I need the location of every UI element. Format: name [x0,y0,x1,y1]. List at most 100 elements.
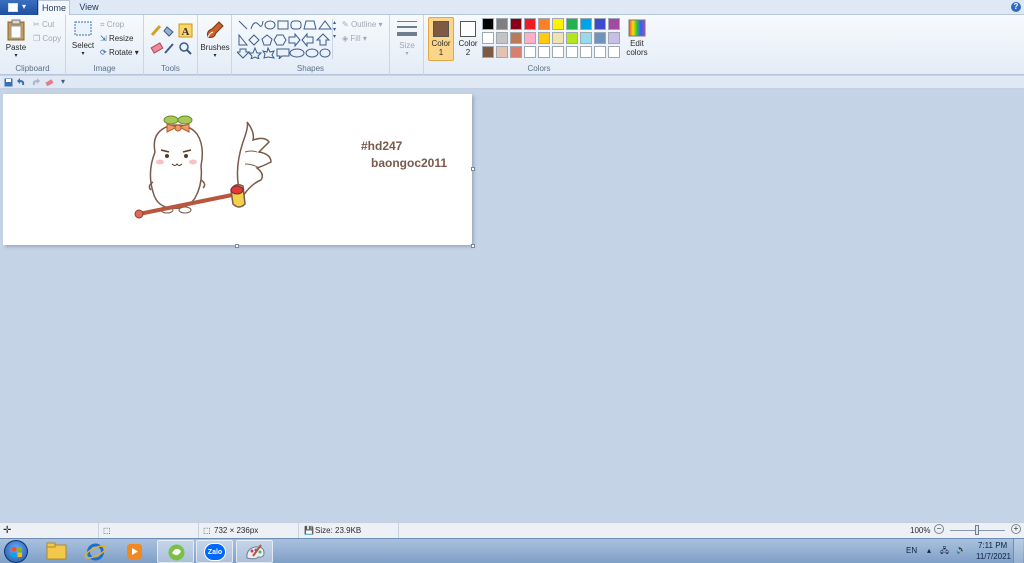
palette-swatch[interactable] [594,32,606,44]
palette-swatch[interactable] [510,32,522,44]
palette-swatch[interactable] [524,32,536,44]
paste-button[interactable]: Paste ▾ [3,19,29,59]
expand-icon[interactable]: ▾ [333,33,338,40]
palette-swatch[interactable] [608,18,620,30]
color2-button[interactable]: Color 2 [456,17,480,61]
palette-swatch[interactable] [524,18,536,30]
crop-label: Crop [106,20,125,30]
show-hidden-icons-icon[interactable]: ▴ [927,546,931,555]
pencil-icon[interactable] [150,25,162,36]
resize-handle-right[interactable] [471,167,475,171]
chevron-down-icon[interactable]: ▾ [333,26,338,33]
magnifier-icon[interactable] [179,42,192,55]
palette-swatch[interactable] [594,18,606,30]
zoom-slider-thumb[interactable] [975,525,979,535]
palette-swatch[interactable] [496,46,508,58]
zoom-in-icon[interactable]: + [1011,524,1021,534]
chevron-down-icon: ▾ [22,2,27,11]
rotate-button[interactable]: ⟳ Rotate ▾ [100,48,139,57]
clock-time[interactable]: 7:11 PM [978,541,1007,550]
cut-label: Cut [41,20,55,29]
paste-icon [7,19,25,41]
drawing-canvas[interactable]: #hd247 baongoc2011 [3,94,472,245]
select-button[interactable]: Select ▾ [70,19,96,57]
palette-swatch[interactable] [552,32,564,44]
chevron-up-icon[interactable]: ▴ [333,19,338,26]
palette-swatch[interactable] [566,32,578,44]
brushes-button[interactable]: Brushes ▾ [200,19,230,59]
palette-swatch[interactable] [482,18,494,30]
taskbar-internet-explorer[interactable] [77,540,114,563]
ribbon-tab-bar: ▾ Home View ? [0,0,1024,16]
start-button[interactable] [4,540,28,563]
group-brushes: Brushes ▾ [198,15,232,75]
fill-button[interactable]: ◈ Fill ▾ [342,34,367,43]
paint-menu-button[interactable]: ▾ [0,0,38,15]
palette-swatch[interactable] [482,46,494,58]
resize-handle-corner[interactable] [471,244,475,248]
outline-button[interactable]: ✎ Outline ▾ [342,20,383,29]
eraser-qat-icon[interactable] [45,78,54,87]
palette-swatch[interactable] [580,32,592,44]
size-button[interactable]: Size ▾ [394,19,420,57]
show-desktop-button[interactable] [1013,539,1023,563]
palette-swatch[interactable] [566,46,578,58]
palette-swatch[interactable] [510,18,522,30]
crop-button[interactable]: ⌗ Crop [100,20,124,30]
taskbar-paint[interactable] [236,540,273,563]
palette-swatch[interactable] [552,18,564,30]
resize-handle-bottom[interactable] [235,244,239,248]
color-picker-icon[interactable] [164,43,174,54]
app-swirl-icon [168,544,185,561]
palette-swatch[interactable] [538,18,550,30]
crop-icon: ⌗ [100,20,105,29]
group-label-colors: Colors [527,64,551,73]
customize-qat-icon[interactable]: ▾ [61,77,65,86]
taskbar-file-explorer[interactable] [38,540,75,563]
palette-swatch[interactable] [580,18,592,30]
palette-swatch[interactable] [566,18,578,30]
group-size: Size ▾ [390,15,424,75]
zoom-out-icon[interactable]: − [934,524,944,534]
volume-icon[interactable]: 🔊 [956,545,966,554]
palette-swatch[interactable] [594,46,606,58]
group-colors: Color 1 Color 2 Edit colors Colors [424,15,654,75]
eraser-icon[interactable] [150,42,164,54]
palette-swatch[interactable] [552,46,564,58]
palette-swatch[interactable] [524,46,536,58]
palette-swatch[interactable] [496,32,508,44]
shapes-scroll[interactable]: ▴ ▾ ▾ [332,19,338,59]
help-icon[interactable]: ? [1011,2,1021,12]
language-indicator[interactable]: EN [906,546,917,555]
tab-home[interactable]: Home [38,0,70,16]
media-player-icon [127,544,142,559]
redo-icon[interactable] [31,78,40,87]
palette-swatch[interactable] [538,46,550,58]
windows-logo-icon [12,547,22,557]
text-tool-icon[interactable]: A [178,23,193,38]
palette-swatch[interactable] [482,32,494,44]
palette-swatch[interactable] [510,46,522,58]
palette-swatch[interactable] [538,32,550,44]
taskbar-zalo[interactable]: Zalo [196,540,233,563]
taskbar-media-player[interactable] [116,540,153,563]
file-size-icon: 💾 [304,526,314,535]
palette-swatch[interactable] [608,32,620,44]
palette-swatch[interactable] [580,46,592,58]
network-icon[interactable]: 🖧 [940,545,949,559]
copy-button[interactable]: ❐ Copy [33,34,61,43]
clock-date[interactable]: 11/7/2021 [976,552,1011,561]
undo-icon[interactable] [17,78,26,87]
taskbar-app-green[interactable] [157,540,194,563]
tab-view[interactable]: View [74,0,104,15]
color1-button[interactable]: Color 1 [428,17,454,61]
group-shapes: ▴ ▾ ▾ ✎ Outline ▾ ◈ Fill ▾ Shapes [232,15,390,75]
shapes-gallery[interactable] [237,19,337,59]
palette-swatch[interactable] [496,18,508,30]
resize-button[interactable]: ⇲ Resize [100,34,133,43]
cut-button[interactable]: ✂ Cut [33,20,54,29]
palette-swatch[interactable] [608,46,620,58]
edit-colors-button[interactable]: Edit colors [624,19,650,57]
fill-bucket-icon[interactable] [163,26,174,37]
save-icon[interactable] [4,78,13,87]
